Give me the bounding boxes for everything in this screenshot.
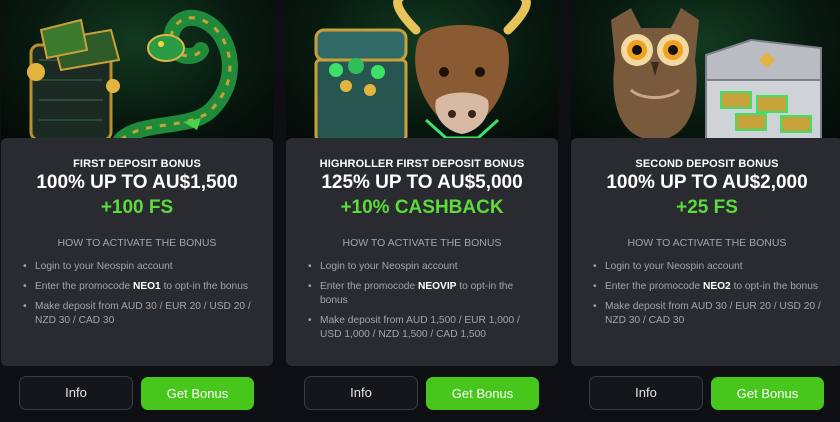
bonus-headline: 125% UP TO AU$5,000 (321, 172, 523, 193)
step-promocode: Enter the promocode NEO1 to opt-in the b… (21, 280, 255, 294)
promocode: NEOVIP (417, 281, 457, 292)
bonus-extra: +10% CASHBACK (340, 197, 504, 218)
step-promocode: Enter the promocode NEO2 to opt-in the b… (591, 280, 825, 294)
step-login: Login to your Neospin account (306, 260, 540, 274)
bonus-card: SECOND DEPOSIT BONUS 100% UP TO AU$2,000… (571, 138, 840, 366)
activation-steps: Login to your Neospin account Enter the … (591, 260, 825, 334)
activation-steps: Login to your Neospin account Enter the … (306, 260, 540, 348)
step-login: Login to your Neospin account (21, 260, 255, 274)
snake-wallet-icon (1, 0, 273, 140)
step-deposit: Make deposit from AUD 30 / EUR 20 / USD … (21, 300, 255, 328)
info-button[interactable]: Info (19, 376, 133, 410)
step-deposit: Make deposit from AUD 30 / EUR 20 / USD … (591, 300, 825, 328)
bonus-extra: +100 FS (100, 197, 174, 218)
bonus-offer-highroller: HIGHROLLER FIRST DEPOSIT BONUS 125% UP T… (286, 0, 558, 422)
bonus-card: HIGHROLLER FIRST DEPOSIT BONUS 125% UP T… (286, 138, 558, 366)
get-bonus-button[interactable]: Get Bonus (711, 377, 824, 410)
bonus-subtitle: FIRST DEPOSIT BONUS (73, 158, 201, 170)
info-button[interactable]: Info (589, 376, 703, 410)
bonus-subtitle: SECOND DEPOSIT BONUS (635, 158, 779, 170)
step-deposit: Make deposit from AUD 1,500 / EUR 1,000 … (306, 314, 540, 342)
bull-treasure-chest-icon (286, 0, 558, 140)
how-to-activate-heading: HOW TO ACTIVATE THE BONUS (342, 237, 502, 249)
owl-money-case-icon (571, 0, 840, 140)
bonus-headline: 100% UP TO AU$2,000 (606, 172, 808, 193)
promocode: NEO2 (702, 281, 731, 292)
info-button[interactable]: Info (304, 376, 418, 410)
how-to-activate-heading: HOW TO ACTIVATE THE BONUS (627, 237, 787, 249)
bonus-subtitle: HIGHROLLER FIRST DEPOSIT BONUS (319, 158, 525, 170)
get-bonus-button[interactable]: Get Bonus (141, 377, 254, 410)
bonus-extra: +25 FS (676, 197, 738, 218)
bonus-offer-second-deposit: SECOND DEPOSIT BONUS 100% UP TO AU$2,000… (571, 0, 840, 422)
bonus-card: FIRST DEPOSIT BONUS 100% UP TO AU$1,500 … (1, 138, 273, 366)
step-promocode: Enter the promocode NEOVIP to opt-in the… (306, 280, 540, 308)
step-login: Login to your Neospin account (591, 260, 825, 274)
promocode: NEO1 (132, 281, 161, 292)
activation-steps: Login to your Neospin account Enter the … (21, 260, 255, 334)
get-bonus-button[interactable]: Get Bonus (426, 377, 539, 410)
bonus-headline: 100% UP TO AU$1,500 (36, 172, 238, 193)
bonus-offer-first-deposit: FIRST DEPOSIT BONUS 100% UP TO AU$1,500 … (1, 0, 273, 422)
how-to-activate-heading: HOW TO ACTIVATE THE BONUS (57, 237, 217, 249)
